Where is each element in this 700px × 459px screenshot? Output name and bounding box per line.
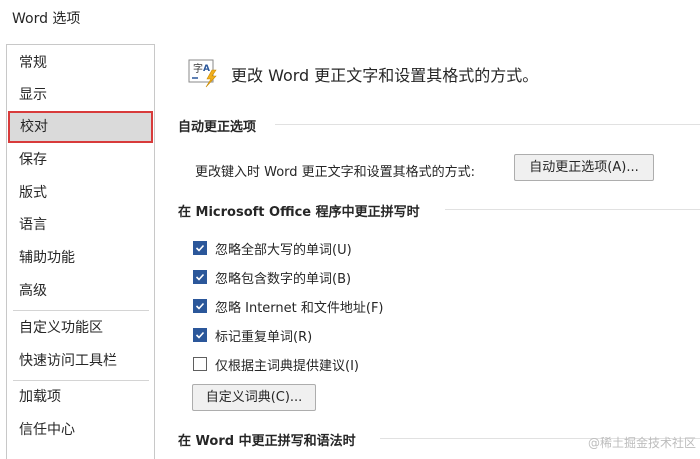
section-divider (275, 124, 700, 125)
checkbox-ignore-uppercase[interactable]: 忽略全部大写的单词(U) (193, 238, 352, 258)
checkbox-label: 忽略包含数字的单词(B) (215, 271, 352, 287)
sidebar-item-add-ins[interactable]: 加载项 (7, 381, 154, 413)
window-title: Word 选项 (12, 11, 81, 27)
sidebar-item-trust-center[interactable]: 信任中心 (7, 414, 154, 446)
sidebar-item-accessibility[interactable]: 辅助功能 (7, 242, 154, 274)
proofing-panel: 字 A 更改 Word 更正文字和设置其格式的方式。 自动更正选项 更改键入时 … (155, 44, 700, 459)
checkbox-checked-icon[interactable] (193, 241, 207, 255)
checkbox-ignore-internet-addresses[interactable]: 忽略 Internet 和文件地址(F) (193, 296, 384, 316)
sidebar-item-language[interactable]: 语言 (7, 209, 154, 241)
sidebar-item-advanced[interactable]: 高级 (7, 275, 154, 307)
checkbox-label: 仅根据主词典提供建议(I) (215, 358, 359, 374)
checkbox-label: 忽略全部大写的单词(U) (215, 242, 352, 258)
sidebar-item-save[interactable]: 保存 (7, 144, 154, 176)
checkbox-checked-icon[interactable] (193, 270, 207, 284)
autocorrect-section-heading: 自动更正选项 (178, 120, 257, 135)
checkbox-checked-icon[interactable] (193, 328, 207, 342)
checkbox-flag-repeated-words[interactable]: 标记重复单词(R) (193, 325, 312, 345)
sidebar-item-quick-access-toolbar[interactable]: 快速访问工具栏 (7, 345, 154, 377)
checkbox-ignore-numbers[interactable]: 忽略包含数字的单词(B) (193, 267, 351, 287)
section-divider (445, 209, 700, 210)
checkbox-label: 忽略 Internet 和文件地址(F) (215, 300, 384, 316)
svg-text:A: A (203, 64, 210, 74)
sidebar-divider (13, 310, 149, 311)
checkbox-main-dictionary-only[interactable]: 仅根据主词典提供建议(I) (193, 354, 359, 374)
abc-proofing-icon: 字 A (188, 58, 222, 88)
checkbox-label: 标记重复单词(R) (215, 329, 313, 345)
office-spelling-section-heading: 在 Microsoft Office 程序中更正拼写时 (178, 205, 420, 220)
sidebar-item-layout[interactable]: 版式 (7, 177, 154, 209)
sidebar-item-general[interactable]: 常规 (7, 47, 154, 79)
word-spelling-section-heading: 在 Word 中更正拼写和语法时 (178, 434, 356, 449)
custom-dictionaries-button[interactable]: 自定义词典(C)... (192, 384, 316, 411)
checkbox-unchecked-icon[interactable] (193, 357, 207, 371)
autocorrect-description: 更改键入时 Word 更正文字和设置其格式的方式: (195, 165, 476, 180)
options-sidebar: 常规 显示 校对 保存 版式 语言 辅助功能 高级 自定义功能区 快速访问工具栏… (6, 44, 155, 459)
sidebar-item-customize-ribbon[interactable]: 自定义功能区 (7, 312, 154, 344)
sidebar-item-display[interactable]: 显示 (7, 79, 154, 111)
checkbox-checked-icon[interactable] (193, 299, 207, 313)
svg-text:字: 字 (193, 62, 203, 75)
watermark: @稀土掘金技术社区 (587, 436, 696, 450)
autocorrect-options-button[interactable]: 自动更正选项(A)... (514, 154, 654, 181)
sidebar-item-proofing[interactable]: 校对 (8, 111, 153, 143)
page-title: 更改 Word 更正文字和设置其格式的方式。 (231, 66, 539, 85)
